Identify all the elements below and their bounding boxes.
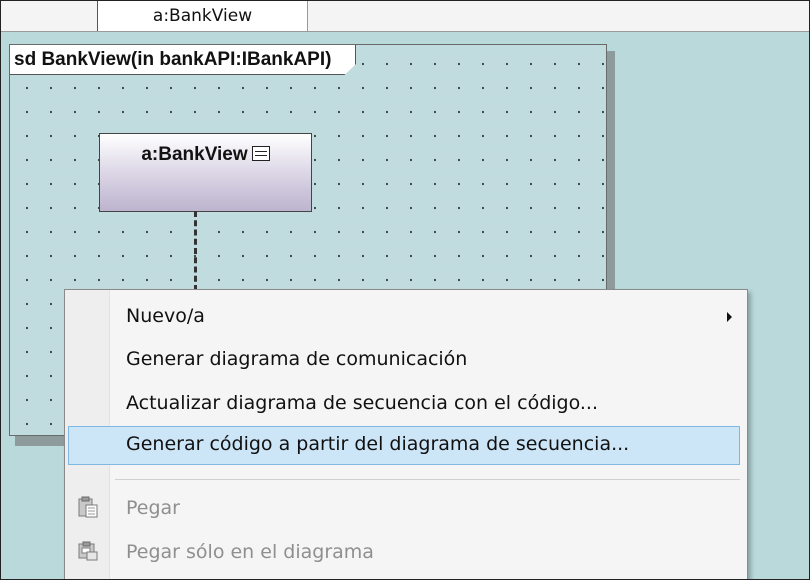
submenu-arrow-icon [727, 312, 732, 322]
clipboard-paste-diagram-icon [78, 541, 98, 561]
menu-item-nuevo[interactable]: Nuevo/a [65, 298, 747, 335]
tab-bar: a:BankView [1, 1, 809, 32]
frame-label: sd BankView(in bankAPI:IBankAPI) [10, 45, 356, 75]
clipboard-paste-icon [78, 496, 98, 518]
menu-item-generar-codigo[interactable]: Generar código a partir del diagrama de … [68, 426, 740, 465]
lifeline-dashed-line [194, 211, 197, 291]
menu-item-label: Pegar sólo en el diagrama [126, 541, 374, 563]
lifeline-bankview[interactable]: a:BankView [99, 133, 312, 212]
lifeline-label: a:BankView [141, 144, 248, 165]
menu-item-label: Pegar [126, 497, 180, 519]
menu-item-pegar-solo-diagrama[interactable]: Pegar sólo en el diagrama [65, 534, 747, 571]
menu-item-label: Actualizar diagrama de secuencia con el … [126, 392, 599, 414]
menu-item-actualizar-diagrama-secuencia[interactable]: Actualizar diagrama de secuencia con el … [65, 385, 747, 422]
menu-item-label: Nuevo/a [126, 305, 205, 327]
tab-bankview[interactable]: a:BankView [98, 1, 308, 31]
diagram-window: a:BankView sd BankView(in bankAPI:IBankA… [0, 0, 810, 580]
tab-bar-spacer [1, 1, 98, 31]
menu-item-generar-diagrama-comunicacion[interactable]: Generar diagrama de comunicación [65, 341, 747, 378]
lifeline-title: a:BankView [100, 144, 311, 166]
menu-item-pegar[interactable]: Pegar [65, 490, 747, 527]
context-menu: Nuevo/a Generar diagrama de comunicación… [64, 289, 748, 579]
collapse-icon[interactable] [251, 146, 270, 161]
menu-separator [115, 479, 740, 480]
menu-item-label: Generar código a partir del diagrama de … [126, 433, 630, 455]
menu-item-label: Generar diagrama de comunicación [126, 348, 468, 370]
